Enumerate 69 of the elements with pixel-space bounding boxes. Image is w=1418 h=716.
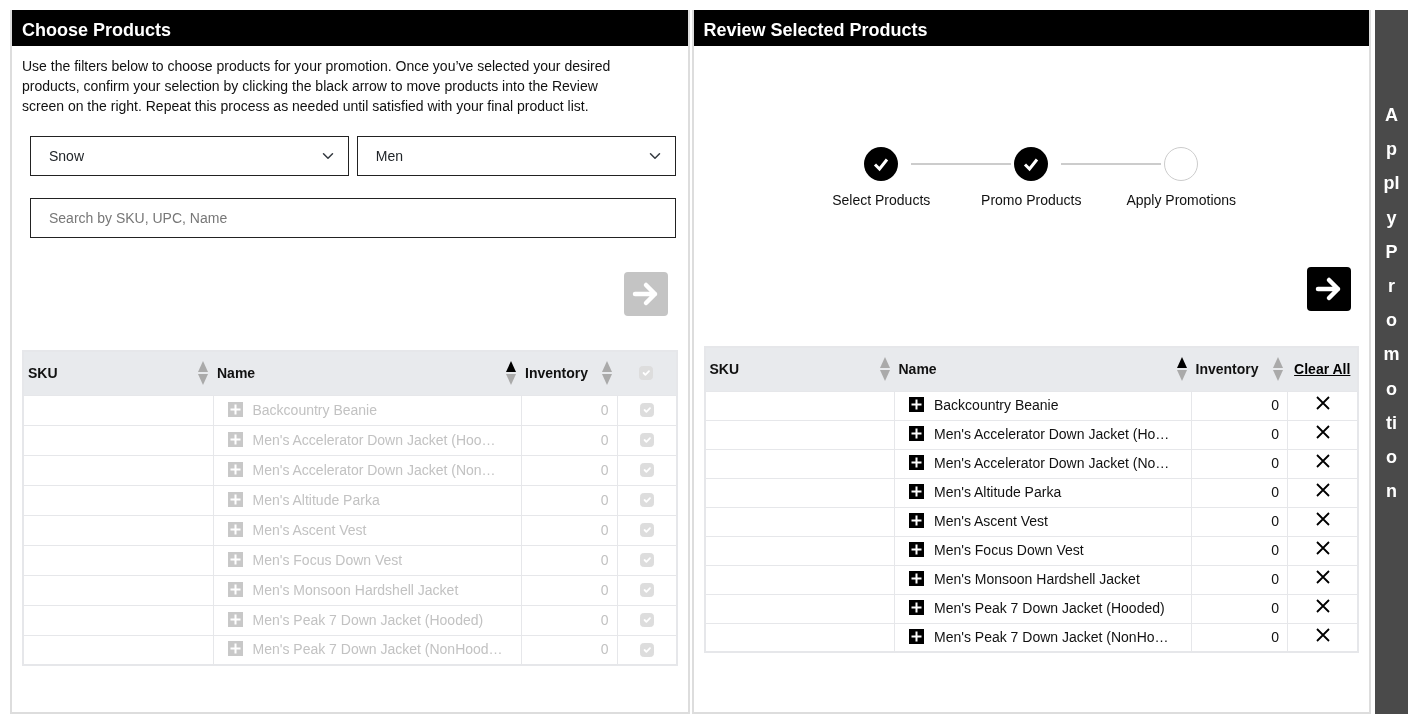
product-name: Men's Ascent Vest: [934, 513, 1048, 529]
table-cell: 0: [521, 605, 617, 635]
product-name: Men's Accelerator Down Jacket (Ho…: [934, 426, 1170, 442]
product-name: Men's Accelerator Down Jacket (No…: [934, 455, 1170, 471]
plus-icon[interactable]: [909, 397, 924, 412]
table-cell: 0: [1191, 536, 1288, 565]
product-name: Men's Focus Down Vest: [252, 551, 403, 568]
product-name: Men's Monsoon Hardshell Jacket: [934, 571, 1140, 587]
plus-icon[interactable]: [909, 426, 924, 441]
product-name: Men's Peak 7 Down Jacket (NonHood…: [252, 641, 503, 658]
table-cell: 0: [1191, 420, 1288, 449]
arrow-button[interactable]: [1307, 267, 1351, 311]
plus-icon[interactable]: [909, 484, 924, 499]
remove-icon[interactable]: [1315, 454, 1330, 468]
table-cell: 0: [521, 455, 617, 485]
table-cell: 0: [521, 515, 617, 545]
apply-promotion-button[interactable]: Apply Promotion: [1375, 10, 1408, 714]
remove-icon[interactable]: [1315, 512, 1330, 526]
product-name: Men's Accelerator Down Jacket (Hoo…: [252, 431, 496, 448]
sort-icon[interactable]: [1175, 356, 1188, 383]
plus-icon[interactable]: [909, 600, 924, 615]
plus-icon[interactable]: [909, 542, 924, 557]
product-name: Men's Focus Down Vest: [934, 542, 1084, 558]
product-name: Men's Peak 7 Down Jacket (Hooded): [934, 600, 1165, 616]
product-name: Backcountry Beanie: [252, 401, 378, 418]
remove-icon[interactable]: [1315, 599, 1330, 613]
step-label: Apply Promotions: [1126, 191, 1237, 210]
panel-title: Review Selected Products: [693, 10, 1369, 46]
remove-icon[interactable]: [1315, 541, 1330, 555]
product-name: Men's Peak 7 Down Jacket (Hooded): [252, 611, 484, 628]
plus-icon[interactable]: [909, 513, 924, 528]
filter-dropdown[interactable]: Men: [356, 136, 676, 176]
column-header[interactable]: SKU: [28, 362, 58, 384]
table-cell: 0: [1191, 449, 1288, 478]
product-name: Men's Altitude Parka: [252, 491, 380, 508]
table-cell: 0: [521, 545, 617, 575]
product-name: Men's Peak 7 Down Jacket (NonHo…: [934, 628, 1169, 645]
plus-icon[interactable]: [909, 628, 924, 644]
table-cell: 0: [521, 395, 617, 425]
remove-icon[interactable]: [1315, 425, 1330, 439]
product-name: Men's Ascent Vest: [252, 521, 367, 538]
step-label: Promo Products: [981, 191, 1082, 210]
product-name: Men's Accelerator Down Jacket (Non…: [252, 461, 496, 478]
panel-title: Choose Products: [12, 10, 688, 46]
product-name: Men's Altitude Parka: [934, 484, 1062, 500]
table-cell: 0: [1191, 565, 1288, 594]
remove-icon[interactable]: [1315, 627, 1330, 642]
remove-icon[interactable]: [1315, 570, 1330, 584]
table-cell: 0: [521, 485, 617, 515]
remove-icon[interactable]: [1315, 483, 1330, 497]
step-label: Select Products: [832, 191, 931, 210]
plus-icon[interactable]: [909, 571, 924, 586]
column-header[interactable]: Name: [217, 362, 256, 384]
plus-icon[interactable]: [909, 455, 924, 470]
column-header[interactable]: SKU: [709, 358, 740, 380]
product-name: Backcountry Beanie: [934, 397, 1059, 413]
instructions-text: Use the filters below to choose products for your promotion. Once you’ve selected your desired products, confirm your selection by clicking the black arrow to move products into the Review screen on the right. Repeat this process as needed until satisfied with your final product list.: [21, 57, 612, 116]
table-cell: 0: [521, 575, 617, 605]
column-header[interactable]: Name: [898, 358, 937, 380]
table-cell: 0: [1191, 507, 1288, 536]
sort-icon[interactable]: [505, 360, 517, 387]
filter-dropdown[interactable]: Snow: [30, 136, 349, 176]
product-name: Men's Monsoon Hardshell Jacket: [252, 581, 459, 598]
search-field[interactable]: Search by SKU, UPC, Name: [30, 198, 676, 238]
remove-icon[interactable]: [1315, 396, 1330, 410]
table-cell: 0: [1191, 478, 1288, 507]
table-cell: 0: [521, 425, 617, 455]
table-cell: 0: [1191, 594, 1288, 623]
table-cell: 0: [1191, 391, 1288, 420]
